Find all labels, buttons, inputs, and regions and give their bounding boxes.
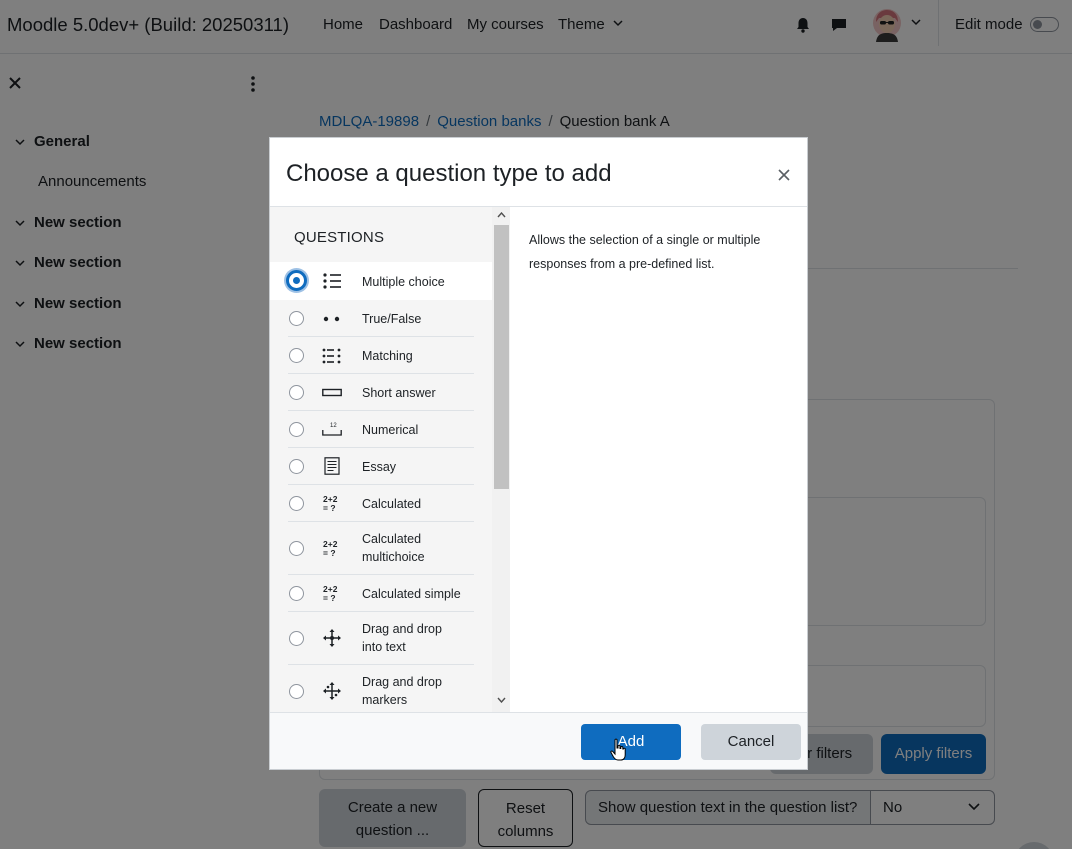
scroll-up-icon[interactable] (497, 212, 506, 218)
svg-text:= ?: = ? (323, 503, 336, 512)
question-type-label: Essay (362, 460, 397, 474)
hand-cursor-icon (610, 738, 626, 761)
question-type-option[interactable]: 12 Numerical (270, 411, 492, 448)
svg-text:= ?: = ? (323, 548, 336, 557)
matching-icon (322, 348, 341, 364)
formula-icon: 2+2 = ? (323, 539, 338, 557)
question-type-label: Multiple choice (362, 275, 445, 289)
question-type-radio[interactable] (289, 348, 304, 363)
question-type-option[interactable]: 2+2 = ? Calculated (270, 485, 492, 522)
question-type-label: Short answer (362, 386, 436, 400)
document-icon (324, 457, 340, 475)
question-type-option[interactable]: Multiple choice (270, 262, 492, 300)
question-type-radio[interactable] (289, 385, 304, 400)
cancel-button[interactable]: Cancel (701, 724, 801, 760)
scrollbar-thumb[interactable] (494, 225, 509, 489)
question-type-option[interactable]: 2+2 = ? Calculated simple (270, 575, 492, 612)
dots-icon (323, 316, 340, 322)
svg-text:= ?: = ? (323, 593, 336, 602)
question-type-radio[interactable] (289, 586, 304, 601)
list-icon (323, 273, 341, 289)
list-scrollbar[interactable] (492, 207, 510, 712)
question-type-radio[interactable] (289, 631, 304, 646)
question-type-label: Calculated (362, 497, 422, 511)
question-type-label: Drag and drop into text (362, 622, 442, 654)
close-icon[interactable] (778, 169, 790, 181)
question-type-radio[interactable] (289, 422, 304, 437)
question-type-option[interactable]: Drag and drop markers (270, 665, 492, 712)
question-type-option[interactable]: True/False (270, 300, 492, 337)
question-type-option[interactable]: 2+2 = ? Calculated multichoice (270, 522, 492, 575)
question-type-chooser-dialog: Choose a question type to add QUESTIONS … (269, 137, 808, 770)
question-type-label: Numerical (362, 423, 419, 437)
question-type-option[interactable]: Short answer (270, 374, 492, 411)
question-type-radio[interactable] (289, 541, 304, 556)
modal-footer: Add Cancel (270, 712, 807, 769)
modal-title: Choose a question type to add (286, 160, 612, 187)
question-type-description: Allows the selection of a single or mult… (529, 233, 761, 271)
question-list-heading: QUESTIONS (294, 229, 385, 246)
add-button[interactable]: Add (581, 724, 681, 760)
question-type-radio[interactable] (289, 459, 304, 474)
question-type-option[interactable]: Essay (270, 448, 492, 485)
question-type-radio[interactable] (289, 311, 304, 326)
modal-header: Choose a question type to add (270, 138, 807, 207)
question-type-label: Matching (362, 349, 413, 363)
scroll-down-icon[interactable] (497, 697, 506, 703)
svg-text:12: 12 (330, 423, 337, 429)
question-type-label: Calculated simple (362, 587, 461, 601)
question-type-radio[interactable] (286, 270, 307, 291)
question-type-label: Calculated multichoice (362, 532, 425, 564)
question-type-list: QUESTIONS Multiple choice True/False Mat… (270, 207, 510, 712)
question-type-radio[interactable] (289, 496, 304, 511)
text-field-icon (322, 388, 342, 397)
move-markers-icon (323, 682, 341, 700)
numeric-field-icon: 12 (322, 423, 342, 436)
move-icon (323, 629, 341, 647)
question-type-radio[interactable] (289, 684, 304, 699)
formula-icon: 2+2 = ? (323, 584, 338, 602)
question-type-label: True/False (362, 312, 422, 326)
question-type-label: Drag and drop markers (362, 675, 442, 707)
question-type-option[interactable]: Matching (270, 337, 492, 374)
formula-icon: 2+2 = ? (323, 494, 338, 512)
question-type-option[interactable]: Drag and drop into text (270, 612, 492, 665)
